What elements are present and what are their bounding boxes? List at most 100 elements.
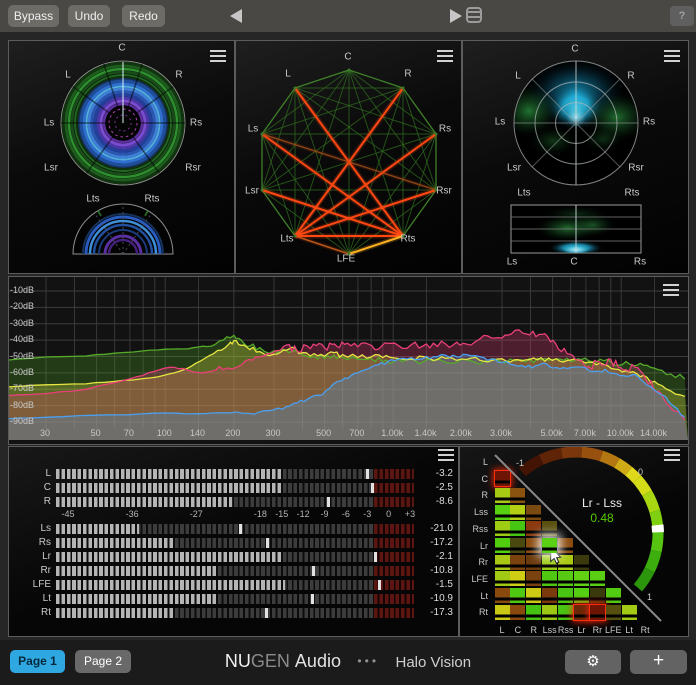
matrix-cell-rr-l[interactable] (495, 555, 510, 570)
meter-value-rt: -17.3 (413, 607, 453, 618)
matrix-cell-lfe-lr[interactable] (574, 571, 589, 586)
matrix-cell-rr-c[interactable] (510, 555, 525, 570)
matrix-row-label-l: L (462, 457, 488, 467)
matrix-cell-rt-c[interactable] (510, 605, 525, 620)
matrix-col-label-lfe: LFE (605, 625, 622, 635)
panel-menu-icon[interactable] (437, 50, 453, 62)
matrix-cell-lt-lss[interactable] (542, 588, 557, 603)
meter-scale-tick: -15 (275, 509, 288, 519)
surround-rings-panel (8, 40, 235, 274)
matrix-cell-lss-c[interactable] (510, 505, 525, 520)
matrix-cell-lt-lr[interactable] (574, 588, 589, 603)
meter-red-zone (374, 552, 414, 562)
matrix-cell-lfe-rss[interactable] (558, 571, 573, 586)
matrix-row-label-lfe: LFE (462, 574, 488, 584)
matrix-cell-lt-l[interactable] (495, 588, 510, 603)
matrix-cell-lss-l[interactable] (495, 505, 510, 520)
play-icon[interactable] (450, 9, 462, 23)
step-back-icon[interactable] (230, 9, 242, 23)
add-panel-button[interactable]: + (630, 650, 687, 674)
meter-red-zone (374, 538, 414, 548)
matrix-cell-rr-lss[interactable] (542, 555, 557, 570)
redo-button[interactable]: Redo (122, 5, 165, 27)
matrix-cell-rt-lss[interactable] (542, 605, 557, 620)
meter-value-ls: -21.0 (413, 523, 453, 534)
meter-fill (56, 552, 282, 562)
matrix-cell-lr-l[interactable] (495, 538, 510, 553)
gauge-zero-label: 0 (638, 467, 643, 477)
meter-peak-marker (265, 608, 268, 618)
matrix-cell-lt-lfe[interactable] (606, 588, 621, 603)
matrix-col-label-r: R (531, 625, 538, 635)
meter-peak-marker (327, 497, 330, 507)
meter-value-l: -3.2 (413, 468, 453, 479)
matrix-cell-lt-c[interactable] (510, 588, 525, 603)
surround-rings-viz (9, 41, 234, 273)
matrix-cell-lr-r[interactable] (526, 538, 541, 553)
matrix-cell-rr-rss[interactable] (558, 555, 573, 570)
matrix-cell-rss-l[interactable] (495, 521, 510, 536)
panel-menu-icon[interactable] (663, 284, 679, 296)
matrix-cell-r-c[interactable] (510, 488, 525, 503)
meter-scale-tick: -3 (363, 509, 371, 519)
page-1-button[interactable]: Page 1 (10, 650, 65, 673)
meter-label-lfe: LFE (15, 579, 51, 590)
meter-bar-lfe (56, 580, 414, 590)
matrix-cell-lt-rss[interactable] (558, 588, 573, 603)
meter-peak-marker (371, 483, 374, 493)
matrix-cell-rr-r[interactable] (526, 555, 541, 570)
matrix-cell-rss-r[interactable] (526, 521, 541, 536)
meter-label-rt: Rt (15, 607, 51, 618)
help-button[interactable]: ? (670, 6, 694, 26)
matrix-row-label-rr: Rr (462, 557, 488, 567)
meter-peak-marker (366, 469, 369, 479)
matrix-cell-lr-lss[interactable] (542, 538, 557, 553)
meter-fill (56, 483, 282, 493)
meter-fill (56, 497, 232, 507)
meter-red-zone (374, 594, 414, 604)
matrix-cell-r-l[interactable] (495, 488, 510, 503)
matrix-cell-lfe-rr[interactable] (590, 571, 605, 586)
correlation-web-viz (236, 41, 461, 273)
matrix-cell-rss-lss[interactable] (542, 521, 557, 536)
matrix-cell-lfe-lss[interactable] (542, 571, 557, 586)
matrix-cell-rt-lr[interactable] (574, 605, 589, 620)
matrix-cell-rr-lr[interactable] (574, 555, 589, 570)
meter-red-zone (374, 566, 414, 576)
meter-label-lt: Lt (15, 593, 51, 604)
meter-bar-c (56, 483, 414, 493)
matrix-cell-lr-c[interactable] (510, 538, 525, 553)
matrix-cell-lfe-r[interactable] (526, 571, 541, 586)
matrix-cell-lt-r[interactable] (526, 588, 541, 603)
matrix-cell-rt-lt[interactable] (622, 605, 637, 620)
location-radar-panel (462, 40, 689, 274)
panel-menu-icon[interactable] (210, 50, 226, 62)
matrix-cell-rt-rr[interactable] (590, 605, 605, 620)
undo-button[interactable]: Undo (68, 5, 110, 27)
matrix-cell-lt-rr[interactable] (590, 588, 605, 603)
matrix-cell-c-l[interactable] (495, 471, 510, 486)
correlation-matrix-panel: Lr - Lss 0.48 -1 0 1 LLCCRRLssLssRssRssL… (459, 446, 689, 637)
matrix-cell-lss-r[interactable] (526, 505, 541, 520)
matrix-cell-lfe-l[interactable] (495, 571, 510, 586)
matrix-col-label-lss: Lss (543, 625, 557, 635)
meter-fill (56, 566, 218, 576)
matrix-cell-rss-c[interactable] (510, 521, 525, 536)
snapshot-list-icon[interactable] (466, 7, 482, 23)
panel-menu-icon[interactable] (664, 50, 680, 62)
bypass-button[interactable]: Bypass (8, 5, 59, 27)
page-2-button[interactable]: Page 2 (75, 650, 131, 673)
panel-menu-icon[interactable] (438, 449, 454, 461)
panel-menu-icon[interactable] (664, 449, 680, 461)
matrix-row-label-lr: Lr (462, 541, 488, 551)
matrix-cell-rt-rss[interactable] (558, 605, 573, 620)
matrix-cell-lr-rss[interactable] (558, 538, 573, 553)
meter-value-c: -2.5 (413, 482, 453, 493)
settings-gear-button[interactable]: ⚙ (565, 650, 621, 674)
matrix-cell-rt-l[interactable] (495, 605, 510, 620)
meter-fill (56, 469, 282, 479)
matrix-cell-rt-lfe[interactable] (606, 605, 621, 620)
matrix-cell-lfe-c[interactable] (510, 571, 525, 586)
toolbar: Bypass Undo Redo ? (0, 0, 696, 32)
matrix-cell-rt-r[interactable] (526, 605, 541, 620)
